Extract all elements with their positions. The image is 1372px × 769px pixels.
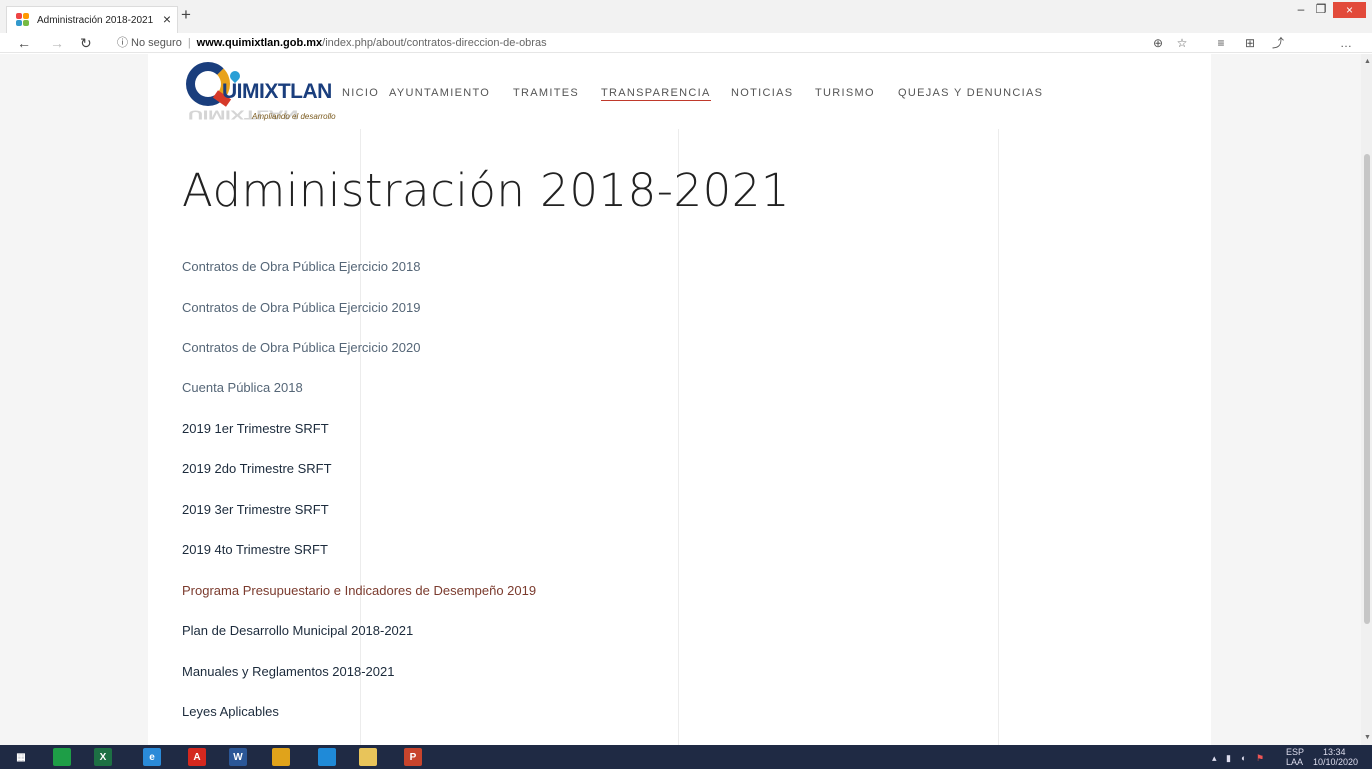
column-divider [998,129,999,745]
doc-link[interactable]: Programa Presupuestario e Indicadores de… [182,583,536,599]
tab-title: Administración 2018-2021 [37,14,154,26]
chrome-icon[interactable] [272,748,290,766]
joomla-favicon-icon [16,13,30,27]
scrollbar-thumb[interactable] [1364,154,1370,624]
windows-taskbar: ▦ Xe A W P ▴ ▮ ◐ ⚑ ESP LAA 13:34 10/10/2020 [0,745,1372,769]
doc-link[interactable]: 2019 4to Trimestre SRFT [182,542,328,558]
edge-icon[interactable] [318,748,336,766]
windows-start-icon[interactable]: ▦ [12,748,30,766]
browser-tab[interactable]: Administración 2018-2021 × [6,6,178,33]
column-divider [360,129,361,745]
column-divider [678,129,679,745]
clock-date[interactable]: 10/10/2020 [1313,758,1358,767]
doc-link[interactable]: Contratos de Obra Pública Ejercicio 2018 [182,259,420,275]
url-host: www.quimixtlan.gob.mx [196,37,323,49]
back-arrow-icon[interactable]: ← [17,34,31,52]
doc-link[interactable]: Manuales y Reglamentos 2018-2021 [182,664,394,680]
collections-icon[interactable]: ⊞ [1242,35,1258,51]
volume-icon[interactable]: ◐ [1241,753,1246,763]
clock-time[interactable]: 13:34 [1323,748,1346,757]
window-close-button[interactable]: × [1333,2,1366,18]
browser-address-bar: ← → ↻ ⓘ No seguro | www.quimixtlan.gob.mx/… [0,33,1372,84]
refresh-icon[interactable]: ↻ [80,34,92,52]
doc-link[interactable]: Cuenta Pública 2018 [182,380,303,396]
file-explorer-icon[interactable] [359,748,377,766]
doc-link[interactable]: 2019 3er Trimestre SRFT [182,502,329,518]
doc-link[interactable]: Contratos de Obra Pública Ejercicio 2020 [182,340,420,356]
tray-up-arrow-icon[interactable]: ▴ [1212,753,1217,764]
nav-item-transparencia[interactable]: TRANSPARENCIA [601,86,711,101]
doc-link[interactable]: Plan de Desarrollo Municipal 2018-2021 [182,623,413,639]
logo-wordmark: UIMIXTLAN [222,80,332,103]
language-top[interactable]: ESP [1286,748,1304,757]
nav-item-quejas-y-denuncias[interactable]: QUEJAS Y DENUNCIAS [898,86,1043,100]
more-options-icon[interactable]: … [1338,35,1354,51]
notification-flag-icon[interactable]: ⚑ [1256,753,1264,764]
doc-link[interactable]: 2019 1er Trimestre SRFT [182,421,329,437]
browser-tab-strip: Administración 2018-2021 × + – ❐ × [0,0,1372,33]
store-icon[interactable] [53,748,71,766]
favorites-list-icon[interactable]: ≡ [1213,35,1229,51]
acrobat-icon[interactable]: A [188,748,206,766]
internet-explorer-icon[interactable]: e [143,748,161,766]
language-bottom[interactable]: LAA [1286,758,1303,767]
scroll-down-arrow-icon[interactable]: ▼ [1364,734,1371,741]
url-path: /index.php/about/contratos-direccion-de-… [322,37,547,49]
powerpoint-icon[interactable]: P [404,748,422,766]
share-icon[interactable]: ⤴ [1270,35,1286,51]
nav-item-turismo[interactable]: TURISMO [815,86,875,100]
nav-item-inicio[interactable]: NICIO [342,86,379,100]
nav-item-noticias[interactable]: NOTICIAS [731,86,793,100]
doc-link[interactable]: Leyes Aplicables [182,704,279,720]
tab-close-icon[interactable]: × [163,11,171,27]
page-scrollbar[interactable]: ▲ ▼ [1361,54,1372,745]
network-icon[interactable]: ▮ [1226,753,1231,764]
url-field[interactable]: ⓘ No seguro | www.quimixtlan.gob.mx/index.… [117,36,547,50]
window-restore-button[interactable]: ❐ [1314,2,1328,18]
security-indicator[interactable]: ⓘ No seguro [117,37,182,49]
right-gutter [1211,54,1361,745]
word-icon[interactable]: W [229,748,247,766]
forward-arrow-icon[interactable]: → [50,34,64,52]
page-title: Administración 2018-2021 [182,164,790,217]
nav-item-ayuntamiento[interactable]: AYUNTAMIENTO [389,86,490,100]
logo-tagline: Ampliando el desarrollo [252,112,336,121]
excel-icon[interactable]: X [94,748,112,766]
window-minimize-button[interactable]: – [1294,2,1308,18]
nav-item-tramites[interactable]: TRAMITES [513,86,579,100]
page-viewport: UIMIXTLAN UIMIXTLAN Ampliando el desarro… [0,54,1372,745]
favorite-star-icon[interactable]: ☆ [1174,35,1190,51]
doc-link[interactable]: Contratos de Obra Pública Ejercicio 2019 [182,300,420,316]
zoom-icon[interactable]: ⊕ [1150,35,1166,51]
screen: Administración 2018-2021 × + – ❐ × ← → ↻… [0,0,1372,769]
left-gutter [0,54,148,745]
doc-link[interactable]: 2019 2do Trimestre SRFT [182,461,332,477]
new-tab-button[interactable]: + [181,5,191,25]
site-logo[interactable]: UIMIXTLAN UIMIXTLAN Ampliando el desarro… [180,54,340,130]
scroll-up-arrow-icon[interactable]: ▲ [1364,58,1371,65]
